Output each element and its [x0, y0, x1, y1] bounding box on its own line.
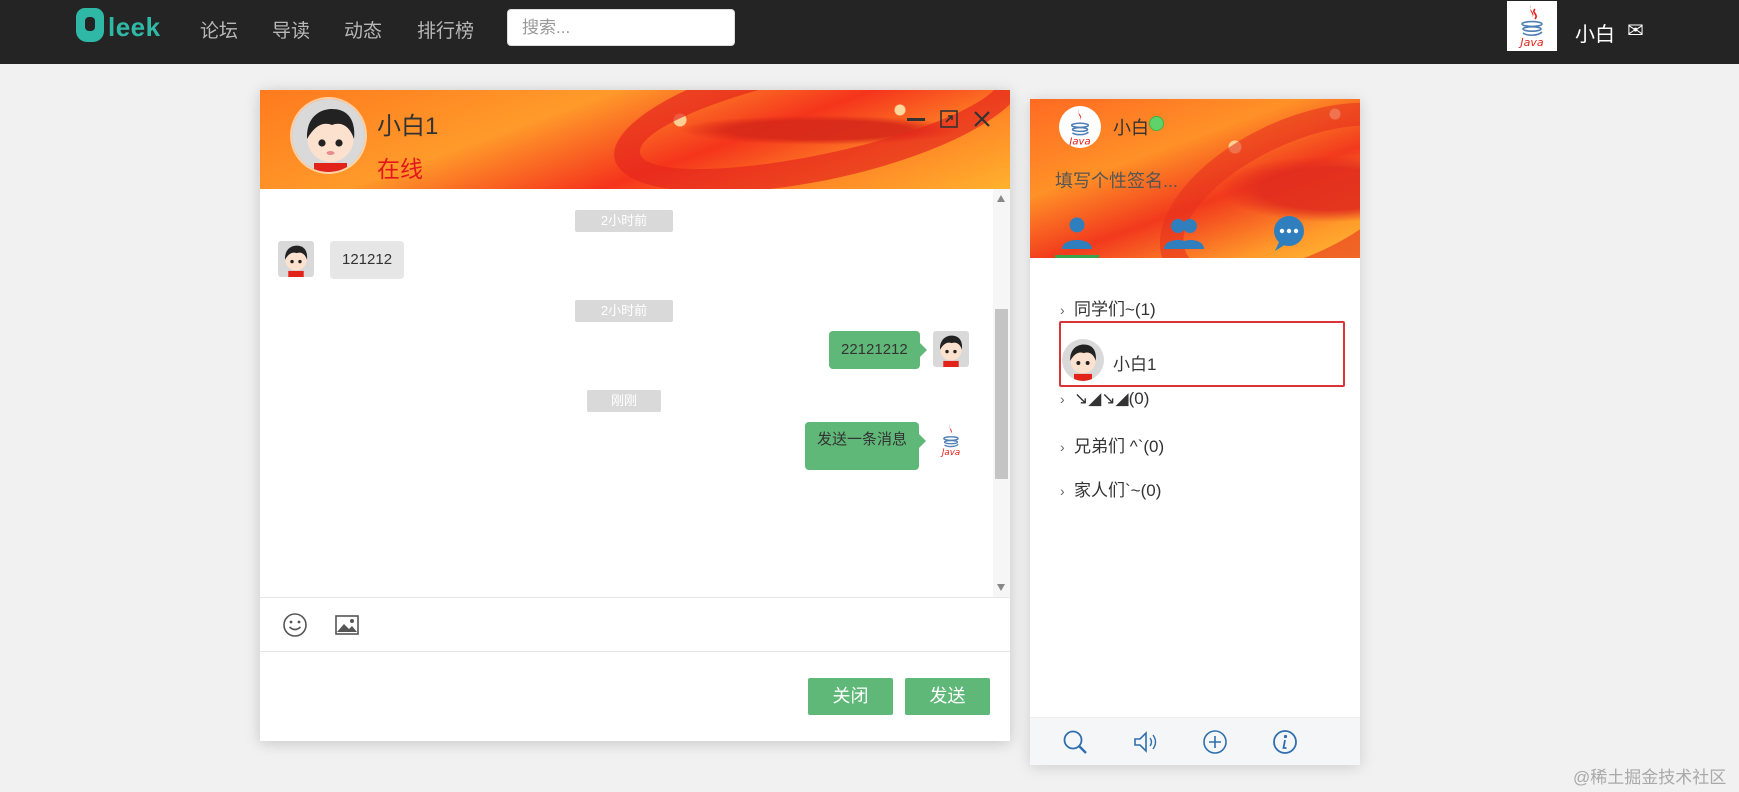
friend-name: 小白1 — [1113, 355, 1157, 374]
friend-group-family[interactable]: › 家人们`~(0) — [1060, 476, 1161, 501]
java-logo-icon: Java — [1518, 5, 1544, 49]
send-button[interactable]: 发送 — [905, 678, 990, 715]
add-icon[interactable] — [1201, 728, 1229, 756]
chat-contact-name: 小白1 — [377, 113, 439, 140]
signature-input[interactable] — [1055, 171, 1305, 192]
svg-text:Java: Java — [1067, 137, 1090, 148]
active-tab-indicator — [1055, 255, 1099, 258]
message-timestamp: 刚刚 — [587, 390, 661, 412]
panel-header: Java 小白 — [1030, 99, 1360, 258]
friend-item[interactable]: 小白1 — [1059, 321, 1345, 387]
incoming-message-bubble: 121212 — [330, 241, 405, 279]
search-input[interactable] — [507, 9, 735, 46]
svg-text:Java: Java — [940, 448, 960, 458]
friend-group-2[interactable]: › ↘◢↘◢(0) — [1060, 389, 1149, 409]
search-icon[interactable] — [1061, 728, 1089, 756]
outgoing-message-bubble: 发送一条消息 — [805, 422, 927, 470]
group-label: 兄弟们 ^`(0) — [1074, 437, 1165, 456]
message-input[interactable] — [260, 652, 1010, 741]
leek-logo-mark — [76, 8, 104, 42]
nav-link-forum[interactable]: 论坛 — [200, 16, 238, 43]
leek-logo[interactable]: leek — [76, 8, 172, 48]
svg-text:Java: Java — [1518, 36, 1543, 49]
user-avatar[interactable]: Java — [1507, 1, 1557, 51]
nav-link-activity[interactable]: 动态 — [344, 16, 382, 43]
chevron-right-icon: › — [1060, 391, 1065, 407]
nav-link-guide[interactable]: 导读 — [272, 16, 310, 43]
chevron-right-icon: › — [1060, 439, 1065, 455]
friend-group-brothers[interactable]: › 兄弟们 ^`(0) — [1060, 432, 1164, 457]
scroll-up-arrow-icon[interactable] — [997, 195, 1005, 202]
contact-avatar[interactable] — [290, 97, 367, 174]
groups-tab-icon[interactable] — [1160, 211, 1206, 257]
chat-window: 小白1 在线 2小时前 121212 2小时前 22121212 刚刚 发送一条… — [260, 90, 1010, 741]
top-navbar: leek 论坛 导读 动态 排行榜 Java 小白 ✉ — [0, 0, 1739, 64]
image-icon[interactable] — [334, 612, 360, 638]
message-scrollbar[interactable] — [993, 189, 1010, 597]
group-label: 家人们`~(0) — [1074, 481, 1162, 500]
header-ribbon-decoration — [601, 90, 1010, 189]
chat-header[interactable]: 小白1 在线 — [260, 90, 1010, 189]
nav-link-ranking[interactable]: 排行榜 — [417, 16, 474, 43]
maximize-icon[interactable] — [938, 108, 960, 130]
friends-tab-icon[interactable] — [1054, 211, 1100, 257]
close-chat-button[interactable]: 关闭 — [808, 678, 893, 715]
incoming-avatar[interactable] — [278, 241, 314, 277]
outgoing-message-bubble: 22121212 — [829, 331, 927, 369]
my-name: 小白 — [1113, 118, 1149, 138]
minimize-icon[interactable] — [905, 108, 927, 130]
online-status-icon[interactable] — [1149, 116, 1164, 131]
friend-group-classmates[interactable]: › 同学们~(1) — [1060, 295, 1156, 320]
nav-user-name[interactable]: 小白 — [1575, 18, 1615, 47]
smile-icon[interactable] — [282, 612, 308, 638]
sound-icon[interactable] — [1131, 728, 1159, 756]
message-list[interactable]: 2小时前 121212 2小时前 22121212 刚刚 发送一条消息 Java — [260, 189, 1010, 597]
java-avatar[interactable]: Java — [933, 422, 969, 458]
friend-avatar — [1062, 339, 1104, 381]
watermark-text: @稀土掘金技术社区 — [1573, 768, 1727, 787]
outgoing-avatar[interactable] — [933, 331, 969, 367]
panel-footer — [1030, 717, 1360, 765]
scroll-down-arrow-icon[interactable] — [997, 584, 1005, 591]
group-label: ↘◢↘◢(0) — [1074, 389, 1150, 408]
message-timestamp: 2小时前 — [575, 300, 673, 322]
scroll-thumb[interactable] — [995, 309, 1008, 479]
message-timestamp: 2小时前 — [575, 210, 673, 232]
leek-logo-text: leek — [108, 12, 161, 42]
chat-toolbar — [260, 597, 1010, 652]
chat-contact-status: 在线 — [377, 156, 423, 182]
close-icon[interactable] — [971, 108, 993, 130]
info-icon[interactable] — [1271, 728, 1299, 756]
group-label: 同学们~(1) — [1074, 300, 1156, 319]
chevron-right-icon: › — [1060, 483, 1065, 499]
messages-tab-icon[interactable] — [1266, 211, 1312, 257]
envelope-icon[interactable]: ✉ — [1627, 18, 1644, 43]
chevron-right-icon: › — [1060, 302, 1065, 318]
buddy-panel: Java 小白 › 同学们~(1) 小白1 — [1030, 99, 1360, 765]
my-avatar[interactable]: Java — [1059, 106, 1101, 148]
